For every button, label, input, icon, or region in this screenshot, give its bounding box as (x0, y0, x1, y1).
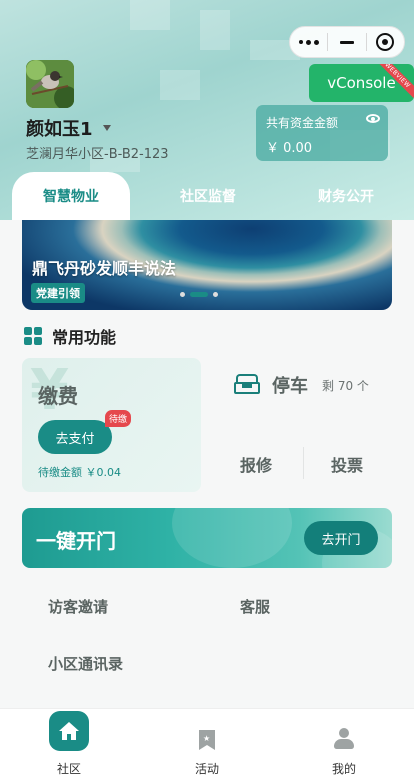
header: 颜如玉1 芝澜月华小区-B-B2-123 vConsole WEBVIEW 共有… (0, 0, 414, 220)
mini-program-capsule (289, 26, 405, 58)
vconsole-button[interactable]: vConsole WEBVIEW (309, 64, 414, 102)
fund-amount: ￥ 0.00 (266, 141, 313, 156)
section-title: 常用功能 (24, 324, 116, 348)
vote-button[interactable]: 投票 (331, 452, 363, 476)
address: 芝澜月华小区-B-B2-123 (26, 147, 169, 162)
caret-down-icon (102, 125, 111, 131)
grid-icon (24, 327, 42, 345)
more-button[interactable] (290, 27, 327, 57)
parking-label: 停车 (272, 376, 308, 397)
close-button[interactable] (367, 27, 404, 57)
open-door-button[interactable]: 去开门 (304, 521, 378, 555)
banner-title: 鼎飞丹砂发顺丰说法 (32, 259, 177, 278)
door-title: 一键开门 (36, 529, 116, 553)
tabbar-mine-label: 我的 (331, 762, 356, 776)
divider (303, 447, 304, 479)
parking-entry[interactable]: 停车 剩 70 个 (234, 372, 369, 398)
tabbar-activity-label: 活动 (194, 762, 219, 776)
more-dots-icon (298, 39, 319, 45)
fund-label: 共有资金金额 (266, 116, 339, 130)
repair-button[interactable]: 报修 (240, 452, 272, 476)
minimize-button[interactable] (328, 27, 365, 57)
section-title-label: 常用功能 (52, 328, 117, 347)
tab-bar-top: 智慧物业 社区监督 财务公开 (0, 172, 414, 220)
tab-finance-public[interactable]: 财务公开 (286, 172, 406, 220)
banner-indicator (180, 292, 218, 297)
directory-link[interactable]: 小区通讯录 (48, 653, 123, 674)
user-name: 颜如玉1 (26, 119, 93, 140)
tab-smart-property[interactable]: 智慧物业 (12, 172, 130, 220)
vconsole-label: vConsole (327, 74, 396, 92)
banner[interactable]: 鼎飞丹砂发顺丰说法 党建引领 (22, 220, 392, 310)
target-close-icon (376, 33, 395, 51)
tab-community-supervision[interactable]: 社区监督 (148, 172, 268, 220)
visitor-invite-link[interactable]: 访客邀请 (48, 596, 108, 617)
parking-remaining: 剩 70 个 (322, 378, 369, 393)
avatar[interactable] (26, 60, 74, 108)
banner-tag: 党建引领 (31, 283, 85, 303)
pay-amount: 待缴金额 ￥0.04 (38, 466, 121, 479)
tabbar-mine[interactable]: 我的 (304, 709, 384, 780)
user-name-switcher[interactable]: 颜如玉1 (26, 115, 111, 141)
bottom-tab-bar: 社区 ★ 活动 我的 (0, 708, 414, 780)
home-icon (49, 711, 89, 751)
tabbar-community[interactable]: 社区 (29, 709, 109, 780)
fund-card[interactable]: 共有资金金额 ￥ 0.00 (256, 105, 388, 161)
pending-badge: 待缴 (105, 410, 132, 427)
pay-button[interactable]: 去支付 (38, 420, 112, 454)
tabbar-activity[interactable]: ★ 活动 (167, 709, 247, 780)
eye-icon[interactable] (366, 114, 380, 123)
pay-card[interactable]: ¥ 缴费 去支付 待缴 待缴金额 ￥0.04 (22, 358, 201, 492)
bookmark-icon: ★ (199, 730, 215, 750)
customer-service-link[interactable]: 客服 (240, 596, 270, 617)
tabbar-community-label: 社区 (56, 762, 81, 776)
parking-icon (234, 373, 260, 397)
door-card[interactable]: 一键开门 去开门 (22, 508, 392, 568)
minimize-icon (339, 40, 354, 44)
pay-title: 缴费 (38, 384, 78, 408)
person-icon (333, 728, 355, 750)
